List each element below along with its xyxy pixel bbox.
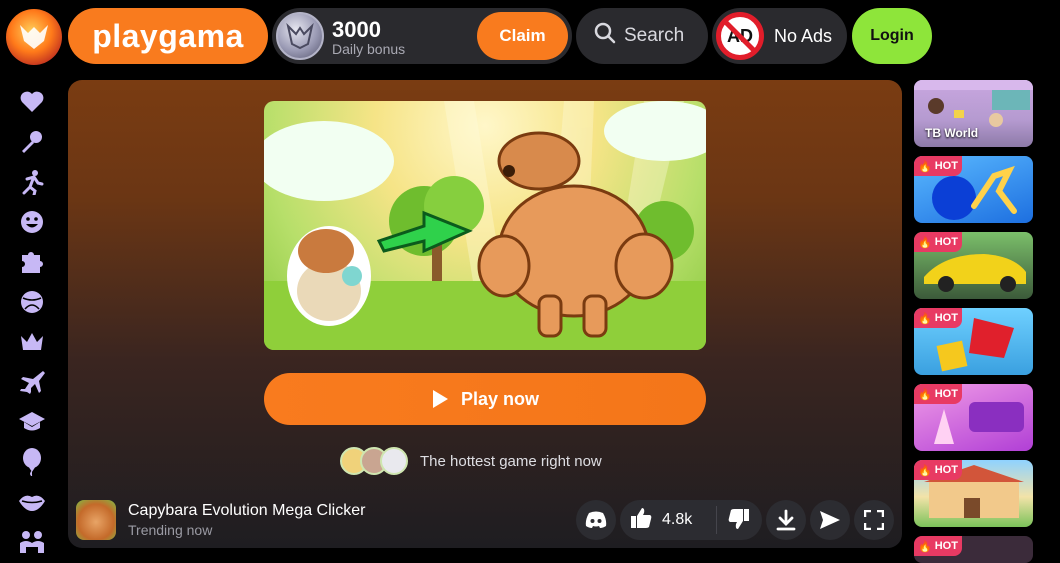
share-button[interactable] [810, 500, 850, 540]
divider [716, 506, 717, 534]
no-ads-icon: AD [716, 12, 764, 60]
dislike-button[interactable] [728, 508, 750, 535]
thumbs-up-icon [631, 507, 652, 528]
player-avatars [340, 447, 408, 475]
sidebar-item-puzzle[interactable] [18, 248, 46, 276]
avatar [380, 447, 408, 475]
rating-control: 4.8k [620, 500, 762, 540]
lips-icon [19, 495, 45, 511]
sidebar-item-people[interactable] [18, 528, 46, 556]
fire-icon: 🔥 [918, 464, 932, 477]
rail-card-hot[interactable]: 🔥 HOT [914, 536, 1033, 563]
ball-icon [21, 291, 43, 313]
discord-button[interactable] [576, 500, 616, 540]
sidebar-item-education[interactable] [18, 408, 46, 436]
sidebar-item-funny[interactable] [18, 208, 46, 236]
fullscreen-button[interactable] [854, 500, 894, 540]
send-icon [820, 511, 840, 529]
sidebar-item-lips[interactable] [18, 488, 46, 516]
hot-badge: 🔥 HOT [914, 536, 962, 556]
bonus-amount: 3000 [332, 17, 381, 42]
hot-badge: 🔥 HOT [914, 232, 962, 252]
graduation-cap-icon [19, 412, 45, 431]
rail-card-hot[interactable]: 🔥 HOT [914, 232, 1033, 299]
sidebar-item-sports[interactable] [18, 168, 46, 196]
no-ads-button[interactable]: AD No Ads [712, 8, 847, 64]
game-title: Capybara Evolution Mega Clicker [128, 502, 366, 519]
like-count: 4.8k [662, 511, 693, 528]
hot-label: HOT [934, 160, 958, 172]
claim-button[interactable]: Claim [477, 12, 568, 60]
hot-label: HOT [934, 388, 958, 400]
search-label: Search [624, 25, 685, 46]
sidebar-item-crown[interactable] [18, 328, 46, 356]
bonus-label: Daily bonus [332, 41, 406, 57]
game-thumbnail[interactable] [264, 101, 706, 350]
game-icon[interactable] [76, 500, 116, 540]
play-now-label: Play now [460, 388, 540, 409]
fire-icon: 🔥 [918, 312, 932, 325]
puzzle-icon [22, 252, 43, 273]
coin-icon [276, 12, 324, 60]
fire-icon: 🔥 [918, 540, 932, 553]
sidebar-item-favorites[interactable] [18, 88, 46, 116]
login-button[interactable]: Login [852, 8, 932, 64]
people-icon [20, 531, 44, 553]
game-actions: 4.8k [576, 500, 894, 540]
hot-label: HOT [934, 464, 958, 476]
search-icon [594, 22, 616, 50]
rail-card-hot[interactable]: 🔥 HOT [914, 384, 1033, 451]
microphone-icon [22, 131, 42, 153]
play-icon [432, 390, 448, 408]
search-button[interactable]: Search [576, 8, 708, 64]
game-info-bar: Capybara Evolution Mega Clicker Trending… [68, 494, 902, 548]
daily-bonus-panel: 3000 Daily bonus Claim [272, 8, 572, 64]
hot-label: HOT [934, 540, 958, 552]
logo-icon[interactable] [6, 9, 62, 65]
fire-icon: 🔥 [918, 160, 932, 173]
play-now-button[interactable]: Play now [264, 373, 706, 425]
running-icon [22, 170, 44, 195]
rail-card-tb-world[interactable]: TB World [914, 80, 1033, 147]
discord-icon [585, 511, 607, 528]
rail-card-label: TB World [925, 126, 979, 140]
fire-icon: 🔥 [918, 388, 932, 401]
rail-card-hot[interactable]: 🔥 HOT [914, 156, 1033, 223]
download-icon [776, 509, 796, 531]
sidebar-item-balloon[interactable] [18, 448, 46, 476]
fire-icon: 🔥 [918, 236, 932, 249]
heart-icon [20, 91, 44, 112]
crown-icon [21, 333, 43, 350]
balloon-icon [23, 448, 41, 476]
sidebar-item-music[interactable] [18, 128, 46, 156]
fullscreen-icon [864, 510, 884, 530]
thumbs-down-icon [728, 509, 749, 529]
hottest-game-text: The hottest game right now [420, 452, 602, 470]
plane-icon [20, 371, 45, 394]
featured-game-stage: Play now The hottest game right now Capy… [68, 80, 902, 548]
hot-badge: 🔥 HOT [914, 156, 962, 176]
rail-card-hot[interactable]: 🔥 HOT [914, 460, 1033, 527]
hot-badge: 🔥 HOT [914, 308, 962, 328]
hot-label: HOT [934, 312, 958, 324]
download-button[interactable] [766, 500, 806, 540]
hot-label: HOT [934, 236, 958, 248]
hot-badge: 🔥 HOT [914, 384, 962, 404]
hot-badge: 🔥 HOT [914, 460, 962, 480]
no-ads-badge-text: AD [727, 25, 753, 46]
sidebar-item-plane[interactable] [18, 368, 46, 396]
hottest-game-indicator: The hottest game right now [340, 445, 602, 477]
top-bar: playgama 3000 Daily bonus Claim Search A… [0, 0, 1060, 72]
like-button[interactable] [630, 507, 652, 534]
no-ads-label: No Ads [774, 25, 833, 46]
smiley-icon [21, 211, 43, 233]
rail-card-hot[interactable]: 🔥 HOT [914, 308, 1033, 375]
game-subtitle: Trending now [128, 522, 213, 538]
brand-button[interactable]: playgama [68, 8, 268, 64]
sidebar-item-ball[interactable] [18, 288, 46, 316]
